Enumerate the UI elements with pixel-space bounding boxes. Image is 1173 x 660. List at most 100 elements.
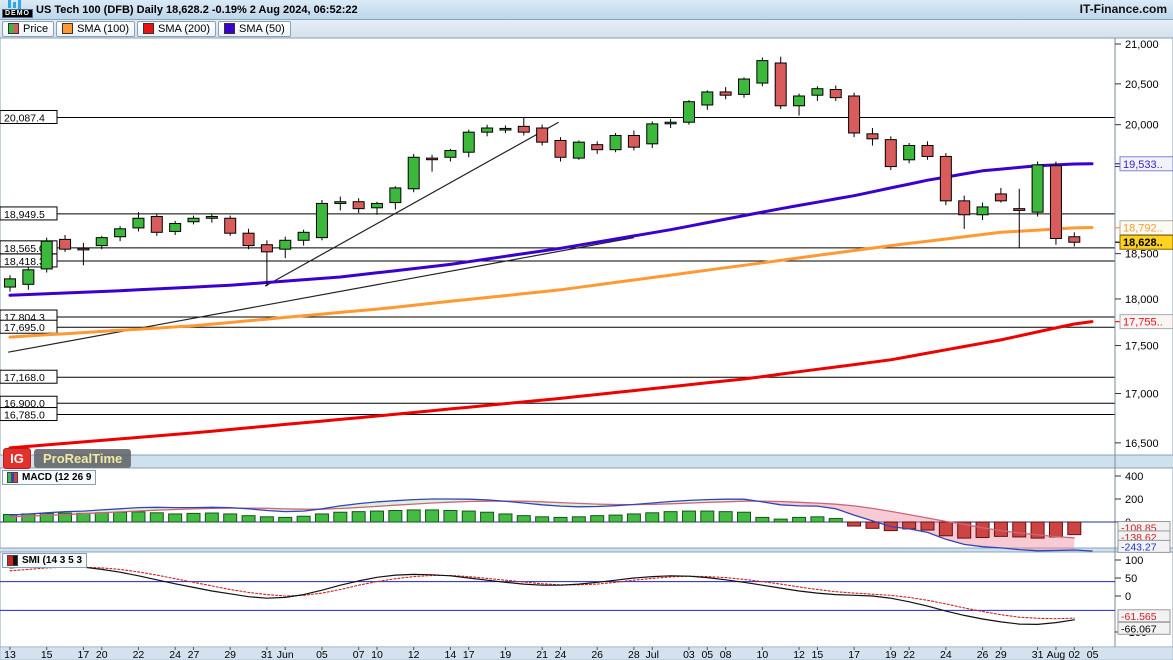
candle[interactable] — [573, 142, 584, 158]
candle[interactable] — [628, 135, 639, 147]
candle[interactable] — [702, 92, 713, 105]
candle[interactable] — [977, 207, 988, 215]
legend-chip-sma-50-[interactable]: SMA (50) — [218, 21, 291, 37]
candle[interactable] — [41, 241, 52, 269]
candle[interactable] — [408, 157, 419, 189]
level-label: 17,168.0 — [4, 372, 45, 384]
candle[interactable] — [445, 151, 456, 158]
price-panel[interactable] — [0, 38, 1115, 455]
macd-hist-bar — [609, 515, 622, 522]
macd-hist-bar — [169, 514, 182, 522]
candle[interactable] — [922, 146, 933, 157]
macd-tick-label: 400 — [1125, 471, 1143, 483]
candle[interactable] — [170, 224, 181, 232]
macd-hist-bar — [646, 513, 659, 522]
date-label: 05 — [701, 649, 713, 660]
candle[interactable] — [151, 217, 162, 233]
candle[interactable] — [757, 61, 768, 83]
candle[interactable] — [683, 102, 694, 123]
candle[interactable] — [592, 145, 603, 150]
price-label: 18,792.. — [1123, 223, 1163, 235]
candle[interactable] — [812, 89, 823, 95]
macd-hist-bar — [95, 513, 108, 522]
legend-chip-price[interactable]: Price — [2, 21, 54, 37]
candle[interactable] — [518, 126, 529, 132]
candle[interactable] — [537, 128, 548, 142]
candle[interactable] — [280, 240, 291, 249]
candle[interactable] — [188, 218, 199, 222]
legend-swatch — [143, 23, 154, 34]
date-label: 27 — [188, 649, 200, 660]
candle[interactable] — [225, 218, 236, 233]
ig-prorealtime-logo[interactable]: IG ProRealTime — [3, 448, 131, 469]
date-label: 10 — [757, 649, 769, 660]
candle[interactable] — [739, 79, 750, 94]
candle[interactable] — [555, 140, 566, 157]
candle[interactable] — [133, 218, 144, 228]
date-label: 13 — [4, 649, 16, 660]
legend-swatch — [8, 23, 19, 34]
candle[interactable] — [665, 122, 676, 124]
candle[interactable] — [316, 203, 327, 237]
candle[interactable] — [390, 188, 401, 203]
candle[interactable] — [500, 128, 511, 130]
candle[interactable] — [720, 92, 731, 95]
macd-hist-bar — [279, 517, 292, 522]
candle[interactable] — [206, 217, 217, 219]
candle[interactable] — [78, 248, 89, 250]
date-label: Aug — [1047, 649, 1066, 660]
candle[interactable] — [243, 233, 254, 245]
smi-tick-label: 0 — [1125, 591, 1131, 603]
macd-hist-bar — [297, 516, 310, 522]
candle[interactable] — [298, 232, 309, 240]
chart-canvas[interactable]: 20,087.418,949.518,565.018,418.317,804.3… — [0, 37, 1173, 660]
candle[interactable] — [60, 239, 71, 249]
smi-indicator-chip[interactable]: SMI (14 3 5 3 — [2, 553, 87, 568]
candle[interactable] — [904, 146, 915, 160]
candle[interactable] — [940, 156, 951, 200]
candle[interactable] — [261, 245, 272, 252]
candle[interactable] — [775, 63, 786, 106]
candle[interactable] — [115, 229, 126, 237]
candle[interactable] — [463, 132, 474, 152]
candle[interactable] — [96, 238, 107, 246]
candle[interactable] — [5, 279, 16, 287]
macd-hist-bar — [426, 510, 439, 522]
date-label: 24 — [940, 649, 952, 660]
macd-hist-bar — [371, 511, 384, 522]
candle[interactable] — [995, 194, 1006, 201]
legend-chip-sma-100-[interactable]: SMA (100) — [56, 21, 135, 37]
candle[interactable] — [830, 90, 841, 98]
candle[interactable] — [23, 270, 34, 285]
macd-hist-bar — [187, 513, 200, 522]
macd-hist-bar — [829, 519, 842, 522]
macd-indicator-chip[interactable]: MACD (12 26 9 — [2, 470, 96, 485]
legend-chip-sma-200-[interactable]: SMA (200) — [137, 21, 216, 37]
candle[interactable] — [482, 128, 493, 132]
macd-hist-bar — [444, 511, 457, 523]
macd-hist-bar — [756, 517, 769, 522]
macd-hist-bar — [774, 519, 787, 522]
candle[interactable] — [867, 134, 878, 139]
candle[interactable] — [794, 96, 805, 106]
candle[interactable] — [885, 140, 896, 167]
candle[interactable] — [610, 135, 621, 149]
candle[interactable] — [1069, 237, 1080, 242]
candle[interactable] — [647, 124, 658, 144]
date-label: 29 — [995, 649, 1007, 660]
smi-panel[interactable] — [0, 552, 1115, 647]
candle[interactable] — [335, 202, 346, 204]
candle[interactable] — [1014, 209, 1025, 211]
candle[interactable] — [427, 158, 438, 160]
candle[interactable] — [1032, 165, 1043, 212]
macd-hist-bar — [811, 517, 824, 522]
candle[interactable] — [372, 203, 383, 207]
candle[interactable] — [849, 96, 860, 133]
demo-badge-wrap: DEMO — [2, 0, 32, 19]
candle[interactable] — [959, 201, 970, 215]
date-label: 15 — [812, 649, 824, 660]
smi-end-label: -66.067 — [1121, 623, 1157, 635]
brand-link[interactable]: IT-Finance.com — [1080, 2, 1167, 16]
candle[interactable] — [353, 202, 364, 209]
candle[interactable] — [1050, 166, 1061, 239]
